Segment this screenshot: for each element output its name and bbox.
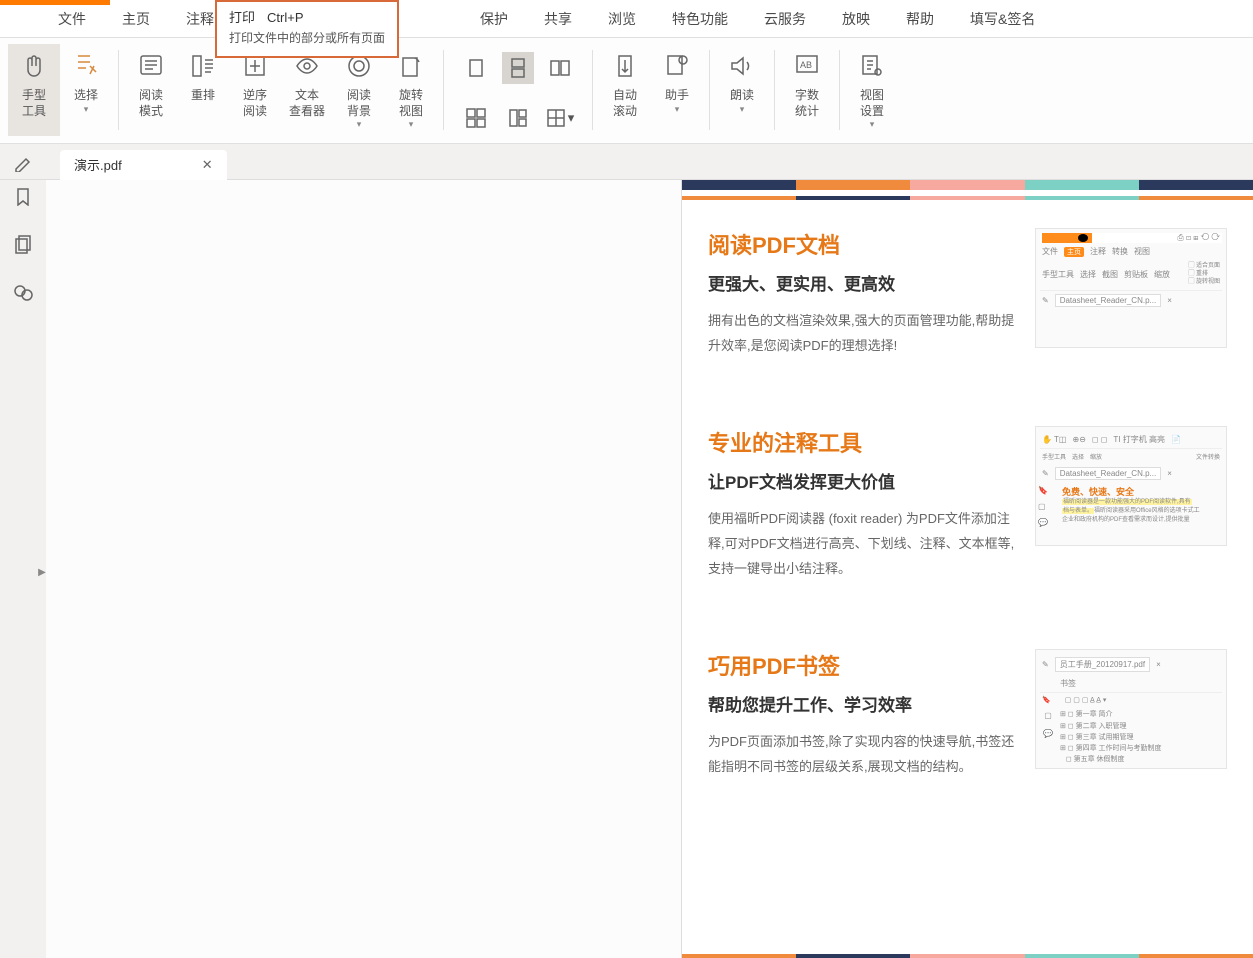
feature-subtitle: 更强大、更实用、更高效 [708,270,1017,295]
select-button[interactable]: 选择▾ [60,44,112,136]
feature-desc: 使用福昕PDF阅读器 (foxit reader) 为PDF文件添加注释,可对P… [708,507,1017,581]
side-panel: ▶ [0,180,46,958]
reflow-icon [189,52,217,80]
view-settings-button[interactable]: 视图 设置▾ [846,44,898,136]
feature-desc: 拥有出色的文档渲染效果,强大的页面管理功能,帮助提升效率,是您阅读PDF的理想选… [708,309,1017,358]
menu-home[interactable]: 主页 [104,0,168,38]
auto-scroll-button[interactable]: 自动 滚动 [599,44,651,136]
page-left [46,180,682,958]
rotate-icon [397,52,425,80]
read-aloud-button[interactable]: 朗读▾ [716,44,768,136]
tab-filename: 演示.pdf [74,155,122,174]
continuous-button[interactable] [502,52,534,84]
print-tooltip: 打印 Ctrl+P 打印文件中的部分或所有页面 [215,0,399,58]
reading-mode-button[interactable]: 阅读 模式 [125,44,177,136]
ribbon: 手型 工具 选择▾ 阅读 模式 重排 逆序 阅读 文本 查看器 阅读 背景▾ 旋… [0,38,1253,144]
hand-icon [20,52,48,80]
two-page-icon [466,108,486,128]
continuous-icon [508,58,528,78]
feature-subtitle: 让PDF文档发挥更大价值 [708,468,1017,493]
feature-desc: 为PDF页面添加书签,除了实现内容的快速导航,书签还能指明不同书签的层级关系,展… [708,730,1017,779]
top-stripe [682,180,1253,190]
expand-handle[interactable]: ▶ [36,560,48,584]
menu-help[interactable]: 帮助 [888,0,952,38]
comments-icon[interactable] [13,282,33,302]
feature-bookmark: 巧用PDF书签 帮助您提升工作、学习效率 为PDF页面添加书签,除了实现内容的快… [682,621,1253,779]
pages-icon[interactable] [13,234,33,254]
bottom-stripe [682,954,1253,958]
feature-thumbnail-2: ✋ T◫⊕⊖◻ ◻TI 打字机 高亮📄 手型工具选择缩放文件转换 ✎Datash… [1035,426,1227,546]
facing-button[interactable] [544,52,576,84]
assistant-button[interactable]: 助手▾ [651,44,703,136]
close-tab-button[interactable]: ✕ [202,157,213,173]
main-area: ▶ 阅读PDF文档 更强大、更实用、更高效 拥有出色的文档渲染效果,强大的页面管… [0,180,1253,958]
document-tab[interactable]: 演示.pdf ✕ [60,150,227,180]
menu-protect[interactable]: 保护 [462,0,526,38]
feature-thumbnail-3: ✎员工手册_20120917.pdf× 书签 🔖▢ ▢ ▢ A̲ A̲ ▾ ▢💬… [1035,649,1227,769]
cursor-icon [72,52,100,80]
menu-sign[interactable]: 填写&签名 [952,0,1053,38]
book-icon [137,52,165,80]
feature-title: 专业的注释工具 [708,426,1017,458]
pencil-icon[interactable] [13,152,33,172]
cover-page-button[interactable] [502,102,534,134]
document-viewport[interactable]: 阅读PDF文档 更强大、更实用、更高效 拥有出色的文档渲染效果,强大的页面管理功… [46,180,1253,958]
menu-share[interactable]: 共享 [526,0,590,38]
feature-thumbnail-1: ⎙ ⊡ ⊞ ⟲ ⟳ 文件主页注释转换视图 手型工具选择截图剪贴板缩放 ▢ 适合页… [1035,228,1227,348]
menu-play[interactable]: 放映 [824,0,888,38]
scroll-icon [611,52,639,80]
two-page-button[interactable] [460,102,492,134]
feature-title: 巧用PDF书签 [708,649,1017,681]
wordcount-icon: AB [793,52,821,80]
hand-tool-button[interactable]: 手型 工具 [8,44,60,136]
split-button[interactable]: ▾ [544,102,576,134]
split-icon [546,108,566,128]
menu-browse[interactable]: 浏览 [590,0,654,38]
tooltip-shortcut: Ctrl+P [267,10,303,25]
menu-cloud[interactable]: 云服务 [746,0,824,38]
single-page-icon [466,58,486,78]
feature-title: 阅读PDF文档 [708,228,1017,260]
page-right: 阅读PDF文档 更强大、更实用、更高效 拥有出色的文档渲染效果,强大的页面管理功… [682,180,1253,958]
feature-subtitle: 帮助您提升工作、学习效率 [708,691,1017,716]
tab-strip: 演示.pdf ✕ [0,144,1253,180]
assistant-icon [663,52,691,80]
feature-read: 阅读PDF文档 更强大、更实用、更高效 拥有出色的文档渲染效果,强大的页面管理功… [682,200,1253,358]
bookmark-icon[interactable] [13,186,33,206]
facing-icon [550,58,570,78]
menu-bar: 文件 主页 注释 保护 共享 浏览 特色功能 云服务 放映 帮助 填写&签名 打… [0,0,1253,38]
settings-icon [858,52,886,80]
layout-buttons: ▾ [450,44,586,142]
menu-file[interactable]: 文件 [40,0,104,38]
single-page-button[interactable] [460,52,492,84]
tooltip-desc: 打印文件中的部分或所有页面 [229,29,385,48]
tooltip-title: 打印 [229,10,255,25]
cover-icon [508,108,528,128]
svg-text:AB: AB [800,60,812,70]
menu-features[interactable]: 特色功能 [654,0,746,38]
feature-annotate: 专业的注释工具 让PDF文档发挥更大价值 使用福昕PDF阅读器 (foxit r… [682,398,1253,581]
speaker-icon [728,52,756,80]
word-count-button[interactable]: AB 字数 统计 [781,44,833,136]
